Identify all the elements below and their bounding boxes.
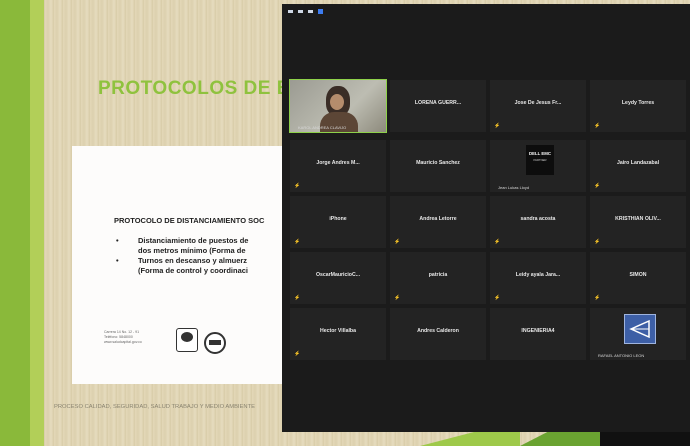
participant-name: Mauricio Sanchez <box>416 160 460 166</box>
profile-picture: DELL EMC PARTNER <box>526 145 554 175</box>
participant-tile[interactable]: KAROL ANDREA CLAVIJO <box>289 79 387 133</box>
slide-content-box: PROTOCOLO DE DISTANCIAMIENTO SOC Distanc… <box>72 146 312 384</box>
bullet-item: Turnos en descanso y almuerz (Forma de c… <box>112 256 248 276</box>
profile-picture <box>624 314 656 344</box>
slide-green-stripe-light <box>30 0 44 446</box>
participant-tile[interactable]: Andres Calderon <box>390 308 486 360</box>
participant-tile[interactable]: Jorge Andres M... <box>290 140 386 192</box>
participant-tile[interactable]: Jose De Jesus Fr... <box>490 80 586 132</box>
participant-name: Jorge Andres M... <box>316 160 360 166</box>
grid-icon[interactable] <box>308 9 313 13</box>
participant-tile[interactable]: SIMON <box>590 252 686 304</box>
muted-mic-icon <box>594 295 598 301</box>
muted-mic-icon <box>394 239 398 245</box>
muted-mic-icon <box>294 295 298 301</box>
bullet-list: Distanciamiento de puestos de dos metros… <box>112 236 248 276</box>
participant-tile[interactable]: INGENIERIA4 <box>490 308 586 360</box>
participant-name: Andres Calderon <box>417 328 459 334</box>
bullet-line: Turnos en descanso y almuerz <box>138 256 248 265</box>
muted-mic-icon <box>294 351 298 357</box>
logo-text: DELL EMC <box>529 151 551 156</box>
participant-tile[interactable]: Mauricio Sanchez <box>390 140 486 192</box>
muted-mic-icon <box>294 183 298 189</box>
participant-name: Leydy Torres <box>621 100 655 106</box>
participant-tile[interactable]: RAFAEL ANTONIO LEON <box>590 308 686 360</box>
slide-title: PROTOCOLOS DE BIO <box>98 78 313 99</box>
certification-logo-icon <box>204 332 226 354</box>
participant-name: iPhone <box>329 216 347 222</box>
bullet-line: (Forma de control y coordinaci <box>138 266 249 275</box>
muted-mic-icon <box>594 123 598 129</box>
muted-mic-icon <box>294 239 298 245</box>
participant-tile[interactable]: DELL EMC PARTNER Jean Lukas Lloyd <box>490 140 586 192</box>
video-person <box>330 94 344 110</box>
participant-name: sandra acosta <box>520 216 556 222</box>
participant-tile[interactable]: OscarMauricioC... <box>290 252 386 304</box>
participant-name: OscarMauricioC... <box>315 272 361 278</box>
layout-icon[interactable] <box>298 9 303 13</box>
participant-name: Jose De Jesus Fr... <box>514 100 562 106</box>
slide-footer: PROCESO CALIDAD, SEGURIDAD, SALUD TRABAJ… <box>54 404 256 410</box>
muted-mic-icon <box>494 239 498 245</box>
address-line: www.saludcapital.gov.co <box>104 340 142 344</box>
muted-mic-icon <box>394 295 398 301</box>
muted-mic-icon <box>494 295 498 301</box>
participant-tile[interactable]: Leydy Torres <box>590 80 686 132</box>
participant-name: SIMON <box>629 272 647 278</box>
participant-name: Jean Lukas Lloyd <box>498 185 530 190</box>
bogota-logo-icon <box>176 328 198 352</box>
participant-tile[interactable]: iPhone <box>290 196 386 248</box>
view-icon[interactable] <box>318 8 323 14</box>
participant-name: patricia <box>428 272 448 278</box>
minimize-icon[interactable] <box>288 9 293 13</box>
participant-tile[interactable]: KRISTHIAN OLIV... <box>590 196 686 248</box>
participant-tile[interactable]: Jairo Landazabal <box>590 140 686 192</box>
gallery-toolbar <box>288 7 323 15</box>
muted-mic-icon <box>494 123 498 129</box>
participant-tile[interactable]: LORENA GUERR... <box>390 80 486 132</box>
muted-mic-icon <box>594 183 598 189</box>
participant-name: KRISTHIAN OLIV... <box>615 216 661 222</box>
participant-name: LORENA GUERR... <box>414 100 462 106</box>
participant-tile[interactable]: Leidy ayala Jara... <box>490 252 586 304</box>
bullet-item: Distanciamiento de puestos de dos metros… <box>112 236 248 256</box>
participant-name: Jairo Landazabal <box>616 160 660 166</box>
participant-name: Andrea Letorre <box>419 216 457 222</box>
bullet-line: dos metros mínimo (Forma de <box>138 246 246 255</box>
logo-text: PARTNER <box>533 158 547 162</box>
participant-name: KAROL ANDREA CLAVIJO <box>298 125 347 130</box>
participant-name: RAFAEL ANTONIO LEON <box>598 353 645 358</box>
bullet-line: Distanciamiento de puestos de <box>138 236 249 245</box>
participant-name: Hector Villalba <box>320 328 356 334</box>
participant-name: INGENIERIA4 <box>521 328 555 334</box>
meeting-gallery-panel: KAROL ANDREA CLAVIJO LORENA GUERR... Jose … <box>282 4 690 432</box>
participant-tile[interactable]: sandra acosta <box>490 196 586 248</box>
participant-tile[interactable]: Andrea Letorre <box>390 196 486 248</box>
muted-mic-icon <box>594 239 598 245</box>
screen-edge <box>600 432 690 446</box>
slide-heading: PROTOCOLO DE DISTANCIAMIENTO SOC <box>114 216 265 225</box>
participant-tile[interactable]: Hector Villalba <box>290 308 386 360</box>
contact-address: Carrera 14 No. 12 - 91 Teléfono: 5848000… <box>104 330 142 345</box>
participant-name: Leidy ayala Jara... <box>515 272 561 278</box>
participant-tile[interactable]: patricia <box>390 252 486 304</box>
